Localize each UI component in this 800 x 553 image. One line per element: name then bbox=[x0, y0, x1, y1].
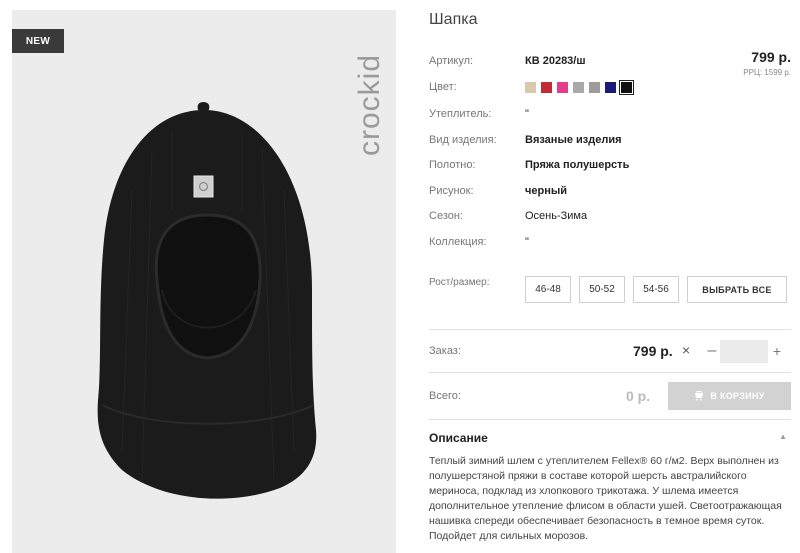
total-value: 0 р. bbox=[626, 388, 651, 404]
select-all-sizes-button[interactable]: ВЫБРАТЬ ВСЕ bbox=[687, 276, 787, 303]
order-label: Заказ: bbox=[429, 345, 461, 357]
pattern-label: Рисунок: bbox=[429, 185, 474, 197]
cart-icon bbox=[695, 391, 704, 401]
product-title: Шапка bbox=[429, 11, 478, 28]
add-to-cart-label: В КОРЗИНУ bbox=[710, 391, 765, 401]
collection-label: Коллекция: bbox=[429, 236, 487, 248]
color-swatches bbox=[525, 80, 637, 95]
add-to-cart-button[interactable]: В КОРЗИНУ bbox=[668, 382, 791, 410]
balaclava-image bbox=[97, 102, 317, 499]
collection-value: " bbox=[525, 236, 529, 248]
collapse-arrow-icon[interactable]: ▲ bbox=[779, 432, 787, 441]
article-value: КВ 20283/ш bbox=[525, 55, 586, 67]
product-info: Шапка 799 р. РРЦ: 1599 р. Артикул: КВ 20… bbox=[429, 0, 791, 553]
description-heading[interactable]: Описание bbox=[429, 431, 488, 445]
quantity-increase-button[interactable]: + bbox=[770, 340, 784, 362]
pattern-value: черный bbox=[525, 185, 568, 197]
color-swatch[interactable] bbox=[605, 82, 616, 93]
fabric-label: Полотно: bbox=[429, 159, 476, 171]
size-button-54-56[interactable]: 54-56 bbox=[633, 276, 679, 303]
article-label: Артикул: bbox=[429, 55, 474, 67]
product-photo[interactable]: NEW crockid bbox=[12, 10, 396, 553]
order-price: 799 р. bbox=[633, 343, 673, 359]
divider bbox=[429, 372, 791, 373]
season-label: Сезон: bbox=[429, 210, 463, 222]
quantity-decrease-button[interactable]: – bbox=[705, 340, 719, 362]
size-button-50-52[interactable]: 50-52 bbox=[579, 276, 625, 303]
total-label: Всего: bbox=[429, 390, 461, 402]
color-swatch[interactable] bbox=[619, 80, 634, 95]
color-swatch[interactable] bbox=[589, 82, 600, 93]
color-label: Цвет: bbox=[429, 81, 457, 93]
type-value: Вязаные изделия bbox=[525, 134, 622, 146]
description-text: Теплый зимний шлем с утеплителем Fellex®… bbox=[429, 455, 782, 542]
size-options: 46-48 50-52 54-56 ВЫБРАТЬ ВСЕ bbox=[525, 276, 787, 303]
season-value: Осень-Зима bbox=[525, 210, 588, 222]
color-swatch[interactable] bbox=[573, 82, 584, 93]
size-label: Рост/размер: bbox=[429, 277, 490, 288]
color-swatch[interactable] bbox=[557, 82, 568, 93]
color-swatch[interactable] bbox=[525, 82, 536, 93]
type-label: Вид изделия: bbox=[429, 134, 497, 146]
product-price: 799 р. bbox=[751, 49, 791, 65]
fabric-value: Пряжа полушерсть bbox=[525, 159, 630, 171]
color-swatch[interactable] bbox=[541, 82, 552, 93]
multiply-sign: × bbox=[682, 342, 691, 358]
size-button-46-48[interactable]: 46-48 bbox=[525, 276, 571, 303]
insulation-value: " bbox=[525, 108, 529, 120]
divider bbox=[429, 329, 791, 330]
insulation-label: Утеплитель: bbox=[429, 108, 492, 120]
recommended-price: РРЦ: 1599 р. bbox=[743, 68, 791, 77]
quantity-input[interactable] bbox=[720, 340, 768, 363]
divider bbox=[429, 419, 791, 420]
